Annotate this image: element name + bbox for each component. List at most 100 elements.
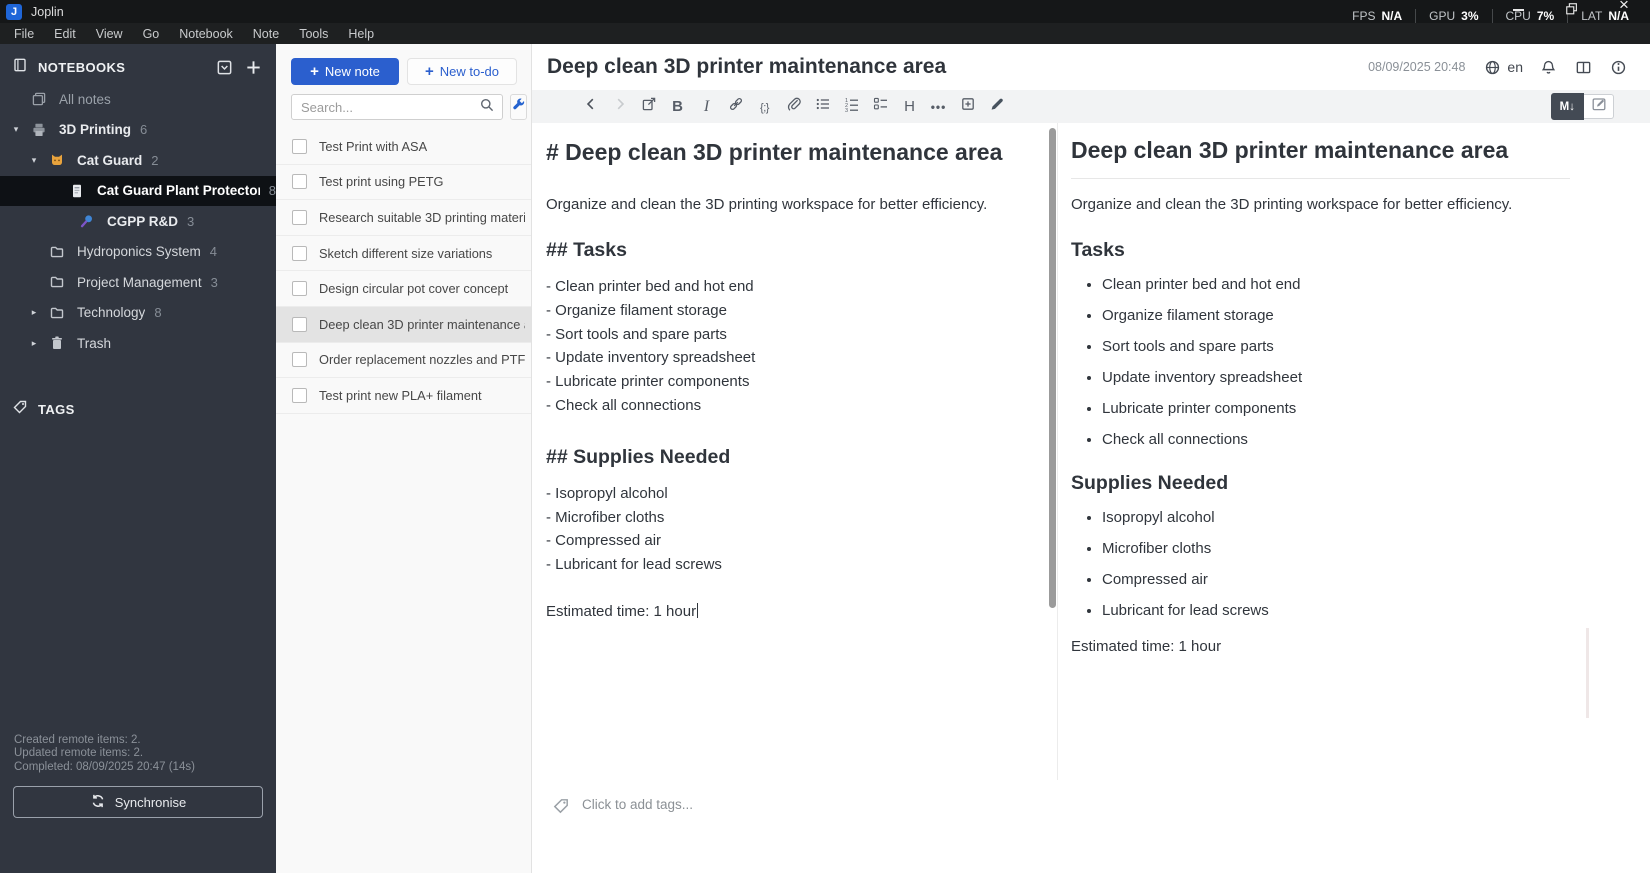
- menu-item-view[interactable]: View: [86, 27, 133, 41]
- chevron-right-icon[interactable]: ▸: [22, 338, 46, 349]
- todo-title: Research suitable 3D printing materia: [319, 209, 525, 225]
- menu-item-notebook[interactable]: Notebook: [169, 27, 243, 41]
- close-button[interactable]: ×: [1616, 0, 1632, 14]
- toolbar-more-options-button[interactable]: •••: [924, 94, 953, 120]
- search-icon[interactable]: [479, 97, 495, 118]
- toolbar-back-button[interactable]: [576, 94, 605, 120]
- menu-item-file[interactable]: File: [4, 27, 44, 41]
- sidebar-item-cat-guard-plant-protector[interactable]: Cat Guard Plant Protector 8: [0, 175, 276, 206]
- markdown-toggle-button[interactable]: M↓: [1550, 93, 1584, 120]
- todo-list-item[interactable]: Deep clean 3D printer maintenance ar: [276, 306, 531, 343]
- checkbox-list-icon: [873, 96, 889, 117]
- globe-icon[interactable]: [1482, 57, 1502, 77]
- note-timestamp: 08/09/2025 20:48: [1368, 60, 1466, 74]
- layout-columns-icon[interactable]: [1573, 57, 1593, 77]
- chevron-right-icon[interactable]: ▸: [22, 307, 46, 318]
- todo-list-item[interactable]: Test print new PLA+ filament: [276, 378, 531, 414]
- markdown-line: ## Tasks: [546, 239, 627, 261]
- markdown-editor[interactable]: # Deep clean 3D printer maintenance area…: [532, 123, 1049, 780]
- todo-title: Test print using PETG: [319, 174, 444, 190]
- toolbar-edit-pencil-button[interactable]: [982, 94, 1011, 120]
- richtext-toggle-button[interactable]: [1584, 94, 1614, 119]
- notebook-list: All notes ▾ 3D Printing 6 ▾ Cat Guard 2 Cat Gua…: [0, 84, 276, 359]
- bell-icon[interactable]: [1538, 57, 1558, 77]
- chevron-down-icon[interactable]: ▾: [4, 124, 28, 135]
- todo-list-item[interactable]: Test Print with ASA: [276, 129, 531, 165]
- sidebar-item-trash[interactable]: ▸ Trash: [0, 328, 276, 359]
- editor-scrollbar[interactable]: [1049, 123, 1057, 780]
- todo-list-item[interactable]: Order replacement nozzles and PTFE: [276, 343, 531, 379]
- todo-checkbox[interactable]: [292, 281, 307, 297]
- toolbar-bold-button[interactable]: B: [663, 94, 692, 120]
- restore-button[interactable]: [1564, 2, 1580, 16]
- preview-heading: Supplies Needed: [1071, 472, 1229, 494]
- sidebar-item-cgpp-r-d[interactable]: CGPP R&D 3: [0, 206, 276, 237]
- note-title-input[interactable]: Deep clean 3D printer maintenance area: [547, 55, 1368, 79]
- todo-checkbox[interactable]: [292, 316, 307, 332]
- toolbar-italic-button[interactable]: I: [692, 94, 721, 120]
- search-filter-button[interactable]: [510, 94, 527, 120]
- sidebar-item-all-notes[interactable]: All notes: [0, 84, 276, 115]
- todo-checkbox[interactable]: [292, 138, 307, 154]
- todo-checkbox[interactable]: [292, 209, 307, 225]
- markdown-line: - Sort tools and spare parts: [546, 325, 727, 343]
- toolbar-attach-file-button[interactable]: [779, 94, 808, 120]
- scrollbar-thumb[interactable]: [1049, 128, 1056, 608]
- search-box[interactable]: [291, 94, 503, 120]
- sidebar-item-3d-printing[interactable]: ▾ 3D Printing 6: [0, 115, 276, 146]
- menu-item-tools[interactable]: Tools: [289, 27, 338, 41]
- info-icon[interactable]: [1608, 57, 1628, 77]
- new-note-button[interactable]: + New note: [291, 58, 399, 85]
- todo-title: Deep clean 3D printer maintenance ar: [319, 316, 525, 332]
- tag-bar[interactable]: Click to add tags...: [532, 780, 1650, 873]
- search-input[interactable]: [299, 98, 479, 116]
- preview-bullet-list: Isopropyl alcohol Microfiber cloths Compre…: [1071, 509, 1570, 619]
- menu-item-go[interactable]: Go: [133, 27, 170, 41]
- menu-item-note[interactable]: Note: [243, 27, 289, 41]
- new-todo-button[interactable]: + New to-do: [407, 58, 517, 85]
- toolbar-bulleted-list-button[interactable]: [808, 94, 837, 120]
- sidebar: NOTEBOOKS All notes ▾ 3D Printing 6 ▾ Cat Gua…: [0, 44, 276, 873]
- sidebar-item-label: Project Management: [77, 274, 202, 290]
- forward-icon: [612, 96, 628, 117]
- toolbar-external-edit-button[interactable]: [634, 94, 663, 120]
- chevron-down-icon[interactable]: ▾: [22, 155, 46, 166]
- sidebar-item-cat-guard[interactable]: ▾ Cat Guard 2: [0, 145, 276, 176]
- toolbar-inline-code-button[interactable]: {;}: [750, 94, 779, 120]
- todo-checkbox[interactable]: [292, 174, 307, 190]
- synchronise-button[interactable]: Synchronise: [13, 786, 263, 818]
- more-options-icon: •••: [930, 99, 947, 114]
- sidebar-item-project-management[interactable]: Project Management 3: [0, 267, 276, 298]
- preview-scrollbar[interactable]: [1586, 628, 1589, 718]
- printer-icon: [28, 122, 50, 138]
- spellcheck-language[interactable]: en: [1507, 59, 1523, 75]
- window-title: Joplin: [31, 4, 64, 19]
- toolbar-numbered-list-button[interactable]: 123: [837, 94, 866, 120]
- sidebar-item-label: Technology: [77, 305, 146, 321]
- toolbar-hyperlink-button[interactable]: [721, 94, 750, 120]
- toolbar-forward-button[interactable]: [605, 94, 634, 120]
- preview-heading: Tasks: [1071, 239, 1125, 261]
- sidebar-item-label: CGPP R&D: [107, 213, 179, 229]
- todo-list-item[interactable]: Test print using PETG: [276, 165, 531, 201]
- sidebar-item-technology[interactable]: ▸ Technology 8: [0, 298, 276, 329]
- collapse-all-icon[interactable]: [213, 56, 235, 78]
- todo-checkbox[interactable]: [292, 245, 307, 261]
- sidebar-item-hydroponics-system[interactable]: Hydroponics System 4: [0, 237, 276, 268]
- toolbar-heading-button[interactable]: H: [895, 94, 924, 120]
- todo-list-item[interactable]: Sketch different size variations: [276, 236, 531, 272]
- minimize-button[interactable]: [1510, 3, 1526, 17]
- hyperlink-icon: [728, 96, 744, 117]
- menu-item-help[interactable]: Help: [338, 27, 384, 41]
- menu-item-edit[interactable]: Edit: [44, 27, 86, 41]
- todo-checkbox[interactable]: [292, 387, 307, 403]
- todo-list-item[interactable]: Research suitable 3D printing materia: [276, 200, 531, 236]
- todo-list-item[interactable]: Design circular pot cover concept: [276, 271, 531, 307]
- preview-list-item: Clean printer bed and hot end: [1102, 276, 1570, 293]
- toolbar-insert-datetime-button[interactable]: [953, 94, 982, 120]
- new-notebook-plus-icon[interactable]: [242, 56, 264, 78]
- plus-icon: +: [424, 63, 434, 80]
- todo-checkbox[interactable]: [292, 352, 307, 368]
- toolbar-checkbox-list-button[interactable]: [866, 94, 895, 120]
- note-count: 8: [268, 183, 276, 199]
